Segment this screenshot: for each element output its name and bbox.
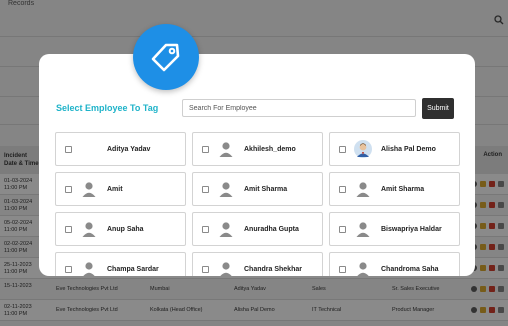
employee-checkbox[interactable] bbox=[202, 225, 209, 233]
user-icon bbox=[80, 180, 98, 198]
employee-checkbox[interactable] bbox=[339, 225, 346, 233]
employee-name: Akhilesh_demo bbox=[244, 145, 296, 153]
user-icon bbox=[80, 220, 98, 238]
user-icon bbox=[217, 140, 235, 158]
user-icon bbox=[354, 180, 372, 198]
employee-card[interactable]: Chandroma Saha bbox=[329, 252, 460, 276]
search-employee-input[interactable] bbox=[182, 99, 416, 117]
employee-name: Alisha Pal Demo bbox=[381, 145, 436, 153]
employee-card[interactable]: Champa Sardar bbox=[55, 252, 186, 276]
employee-name: Amit Sharma bbox=[381, 185, 425, 193]
modal-title: Select Employee To Tag bbox=[56, 103, 159, 113]
employee-checkbox[interactable] bbox=[339, 145, 346, 153]
employee-checkbox[interactable] bbox=[339, 265, 346, 273]
tag-icon bbox=[133, 24, 199, 90]
employee-name: Chandroma Saha bbox=[381, 265, 439, 273]
employee-checkbox[interactable] bbox=[339, 185, 346, 193]
employee-card[interactable]: Aditya Yadav bbox=[55, 132, 186, 166]
employee-tag-modal: Select Employee To Tag Submit Aditya Yad… bbox=[39, 54, 475, 276]
employee-card[interactable]: Biswapriya Haldar bbox=[329, 212, 460, 246]
employee-name: Aditya Yadav bbox=[107, 145, 151, 153]
user-icon bbox=[217, 220, 235, 238]
employee-checkbox[interactable] bbox=[65, 265, 72, 273]
profile-photo bbox=[354, 140, 372, 158]
submit-button[interactable]: Submit bbox=[422, 98, 454, 119]
employee-name: Biswapriya Haldar bbox=[381, 225, 442, 233]
user-icon bbox=[354, 260, 372, 276]
employee-name: Champa Sardar bbox=[107, 265, 159, 273]
user-icon bbox=[217, 180, 235, 198]
employee-name: Chandra Shekhar bbox=[244, 265, 302, 273]
employee-name: Amit Sharma bbox=[244, 185, 288, 193]
employee-card[interactable]: Amit bbox=[55, 172, 186, 206]
employee-card[interactable]: Anup Saha bbox=[55, 212, 186, 246]
employee-grid: Aditya Yadav Akhilesh_demo Alisha Pal Demo… bbox=[55, 132, 461, 276]
employee-checkbox[interactable] bbox=[202, 145, 209, 153]
employee-checkbox[interactable] bbox=[65, 145, 72, 153]
user-icon bbox=[80, 260, 98, 276]
avatar-empty bbox=[80, 140, 98, 158]
employee-card[interactable]: Chandra Shekhar bbox=[192, 252, 323, 276]
user-icon bbox=[354, 220, 372, 238]
employee-name: Anuradha Gupta bbox=[244, 225, 299, 233]
employee-card[interactable]: Akhilesh_demo bbox=[192, 132, 323, 166]
employee-card[interactable]: Alisha Pal Demo bbox=[329, 132, 460, 166]
employee-card[interactable]: Amit Sharma bbox=[192, 172, 323, 206]
employee-checkbox[interactable] bbox=[202, 265, 209, 273]
employee-checkbox[interactable] bbox=[202, 185, 209, 193]
employee-name: Anup Saha bbox=[107, 225, 144, 233]
employee-checkbox[interactable] bbox=[65, 225, 72, 233]
user-icon bbox=[217, 260, 235, 276]
employee-name: Amit bbox=[107, 185, 123, 193]
employee-card[interactable]: Anuradha Gupta bbox=[192, 212, 323, 246]
employee-card[interactable]: Amit Sharma bbox=[329, 172, 460, 206]
employee-checkbox[interactable] bbox=[65, 185, 72, 193]
